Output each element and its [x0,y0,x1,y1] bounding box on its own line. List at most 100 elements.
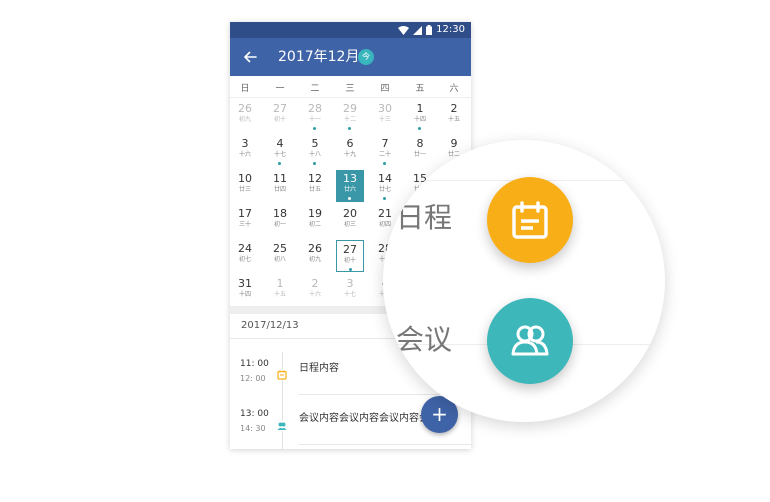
day-number: 24 [238,242,252,255]
event-dot [418,127,421,130]
calendar-day[interactable]: 29十二 [336,100,364,132]
calendar-day[interactable]: 31 十四 [231,275,259,307]
wifi-icon [398,25,410,35]
calendar-icon [277,370,287,380]
calendar-day[interactable]: 27 初十 [336,240,364,272]
app-bar: 2017年12月 今 [230,38,471,76]
calendar-day[interactable]: 26 初九 [231,100,259,132]
schedule-type-button[interactable] [487,177,573,263]
lunar-date: 初二 [308,221,321,228]
lunar-date: 初九 [308,256,321,263]
day-number: 4 [276,137,284,150]
calendar-day[interactable]: 25 初八 [266,240,294,272]
day-number: 13 [343,172,357,185]
day-number: 26 [308,242,322,255]
calendar-day[interactable]: 5 十八 [301,135,329,167]
calendar-day[interactable]: 2 十六 [301,275,329,307]
day-number: 30 [378,102,392,115]
lunar-date: 十五 [273,291,286,298]
calendar-day[interactable]: 1 十五 [266,275,294,307]
calendar-day[interactable]: 30十三 [371,100,399,132]
calendar-day[interactable]: 7 二十 [371,135,399,167]
lunar-date: 初九 [238,116,251,123]
day-number: 27 [273,102,287,115]
calendar-day[interactable]: 12 廿五 [301,170,329,202]
lunar-date: 廿七 [378,186,391,193]
calendar-day[interactable]: 19 初二 [301,205,329,237]
lunar-date: 廿六 [343,186,356,193]
lunar-date: 廿五 [308,186,321,193]
day-number: 26 [238,102,252,115]
event-end-time: 12: 00 [240,374,266,383]
day-number: 20 [343,207,357,220]
day-number: 7 [381,137,389,150]
month-title: 2017年12月 [278,49,360,65]
schedule-date: 2017/12/13 [241,320,299,331]
calendar-day[interactable]: 11 廿四 [266,170,294,202]
lunar-date: 初七 [238,256,251,263]
calendar-day[interactable]: 13 廿六 [336,170,364,202]
day-number: 25 [273,242,287,255]
calendar-day[interactable]: 2 十五 [440,100,468,132]
lunar-date: 十四 [413,116,426,123]
weekday-label: 四 [380,84,390,94]
weekday-label: 一 [275,84,285,94]
weekday-label: 二 [310,84,320,94]
timeline-line [282,352,283,449]
day-number: 29 [343,102,357,115]
lunar-date: 初十 [273,116,286,123]
weekday-label: 日 [240,84,250,94]
calendar-day[interactable]: 3 十六 [231,135,259,167]
lunar-date: 廿四 [273,186,286,193]
day-number: 14 [378,172,392,185]
status-time: 12:30 [436,24,465,35]
divider [299,444,471,445]
lunar-date: 二十 [378,151,391,158]
arrow-left-icon[interactable] [242,49,258,65]
calendar-day[interactable]: 20 初三 [336,205,364,237]
lunar-date: 初八 [273,256,286,263]
calendar-day[interactable]: 24 初七 [231,240,259,272]
event-start-time: 13: 00 [240,409,269,419]
day-number: 31 [238,277,252,290]
people-icon [511,325,549,356]
calendar-day[interactable]: 3 十七 [336,275,364,307]
event-dot [313,162,316,165]
meeting-type-button[interactable] [487,298,573,384]
calendar-day[interactable]: 27 初十 [266,100,294,132]
event-dot [348,127,351,130]
calendar-day[interactable]: 17 三十 [231,205,259,237]
people-icon [277,421,287,431]
calendar-day[interactable]: 4 十七 [266,135,294,167]
calendar-day[interactable]: 10 廿三 [231,170,259,202]
lunar-date: 十七 [343,291,356,298]
day-number: 1 [416,102,424,115]
lunar-date: 十七 [273,151,286,158]
weekday-label: 三 [345,84,355,94]
calendar-day[interactable]: 14 廿七 [371,170,399,202]
lunar-date: 初十 [343,257,356,264]
day-number: 2 [311,277,319,290]
day-number: 28 [308,102,322,115]
day-number: 18 [273,207,287,220]
calendar-day[interactable]: 18 初一 [266,205,294,237]
day-number: 8 [416,137,424,150]
today-button[interactable]: 今 [358,49,374,65]
event-dot [278,162,281,165]
calendar-day[interactable]: 1 十四 [406,100,434,132]
lunar-date: 十九 [343,151,356,158]
status-bar: 12:30 [230,22,471,38]
day-number: 2 [450,102,458,115]
lunar-date: 初三 [343,221,356,228]
magnifier-callout: 日程 会议 [383,140,665,422]
calendar-day[interactable]: 8 廿一 [406,135,434,167]
lunar-date: 十一 [308,116,321,123]
calendar-day[interactable]: 6 十九 [336,135,364,167]
lunar-date: 十二 [343,116,356,123]
lunar-date: 十六 [308,291,321,298]
calendar-day[interactable]: 26 初九 [301,240,329,272]
calendar-day[interactable]: 28十一 [301,100,329,132]
lunar-date: 十八 [308,151,321,158]
day-number: 5 [311,137,319,150]
lunar-date: 初一 [273,221,286,228]
